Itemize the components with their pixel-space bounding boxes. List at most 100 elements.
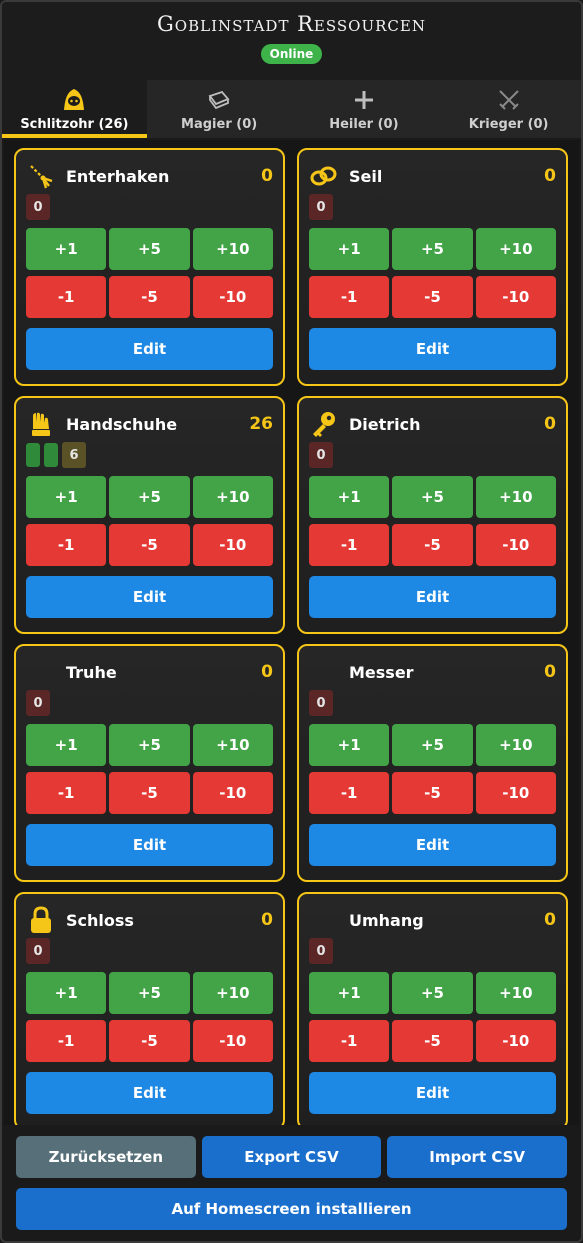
resource-name: Enterhaken — [66, 166, 170, 186]
full-segment — [44, 443, 58, 467]
minus-1-button[interactable]: -1 — [26, 772, 107, 814]
plus-10-button[interactable]: +10 — [192, 228, 273, 270]
plus-1-button[interactable]: +1 — [309, 972, 390, 1014]
minus-10-button[interactable]: -10 — [475, 524, 556, 566]
plus-1-button[interactable]: +1 — [309, 476, 390, 518]
minus-10-button[interactable]: -10 — [475, 772, 556, 814]
minus-5-button[interactable]: -5 — [109, 276, 190, 318]
plus-10-button[interactable]: +10 — [192, 972, 273, 1014]
plus-1-button[interactable]: +1 — [26, 972, 107, 1014]
spellbook-icon — [207, 87, 231, 113]
minus-5-button[interactable]: -5 — [109, 772, 190, 814]
plus-10-button[interactable]: +10 — [475, 724, 556, 766]
plus-1-button[interactable]: +1 — [26, 476, 107, 518]
remainder-badge: 0 — [309, 194, 333, 220]
plus-10-button[interactable]: +10 — [192, 476, 273, 518]
remainder-badge: 0 — [309, 442, 333, 468]
import-csv-button[interactable]: Import CSV — [387, 1136, 568, 1178]
resource-card-dietrich: Dietrich 0 0 +1 +5 +10 -1 -5 -10 Edit — [297, 396, 568, 634]
minus-1-button[interactable]: -1 — [309, 1020, 390, 1062]
tab-heiler[interactable]: Heiler (0) — [291, 80, 437, 138]
minus-5-button[interactable]: -5 — [392, 1020, 473, 1062]
plus-10-button[interactable]: +10 — [192, 724, 273, 766]
crossed-swords-icon — [498, 87, 520, 113]
minus-1-button[interactable]: -1 — [26, 524, 107, 566]
edit-button[interactable]: Edit — [309, 328, 556, 370]
plus-1-button[interactable]: +1 — [26, 724, 107, 766]
empty-icon-slot — [309, 657, 339, 687]
minus-10-button[interactable]: -10 — [192, 1020, 273, 1062]
plus-5-button[interactable]: +5 — [392, 476, 473, 518]
edit-button[interactable]: Edit — [26, 328, 273, 370]
minus-5-button[interactable]: -5 — [109, 1020, 190, 1062]
remainder-badge: 0 — [26, 938, 50, 964]
minus-5-button[interactable]: -5 — [392, 276, 473, 318]
tab-magier[interactable]: Magier (0) — [146, 80, 292, 138]
plus-5-button[interactable]: +5 — [109, 228, 190, 270]
progress-segments: 0 — [309, 938, 556, 964]
remainder-badge: 0 — [26, 194, 50, 220]
tab-label: Magier (0) — [181, 117, 258, 132]
plus-5-button[interactable]: +5 — [392, 972, 473, 1014]
resource-name: Truhe — [66, 662, 117, 682]
minus-5-button[interactable]: -5 — [392, 524, 473, 566]
resource-count: 0 — [261, 166, 273, 186]
app-header: Goblinstadt Ressourcen Online — [2, 2, 581, 80]
plus-5-button[interactable]: +5 — [109, 972, 190, 1014]
progress-segments: 0 — [26, 194, 273, 220]
online-status-badge: Online — [260, 44, 323, 64]
edit-button[interactable]: Edit — [309, 824, 556, 866]
plus-5-button[interactable]: +5 — [392, 724, 473, 766]
minus-10-button[interactable]: -10 — [192, 276, 273, 318]
resource-card-handschuhe: Handschuhe 26 6 +1 +5 +10 -1 -5 -10 Edit — [14, 396, 285, 634]
edit-button[interactable]: Edit — [26, 576, 273, 618]
key-icon — [309, 409, 339, 439]
resource-count: 0 — [544, 166, 556, 186]
progress-segments: 0 — [309, 690, 556, 716]
plus-10-button[interactable]: +10 — [475, 476, 556, 518]
class-tabs: Schlitzohr (26) Magier (0) Heiler (0) Kr… — [2, 80, 581, 138]
tab-schlitzohr[interactable]: Schlitzohr (26) — [2, 80, 147, 138]
minus-5-button[interactable]: -5 — [109, 524, 190, 566]
export-csv-button[interactable]: Export CSV — [201, 1136, 382, 1178]
plus-10-button[interactable]: +10 — [475, 972, 556, 1014]
minus-10-button[interactable]: -10 — [475, 276, 556, 318]
plus-5-button[interactable]: +5 — [392, 228, 473, 270]
reset-button[interactable]: Zurücksetzen — [16, 1136, 196, 1178]
edit-button[interactable]: Edit — [309, 1072, 556, 1114]
minus-10-button[interactable]: -10 — [475, 1020, 556, 1062]
plus-5-button[interactable]: +5 — [109, 476, 190, 518]
minus-1-button[interactable]: -1 — [309, 772, 390, 814]
minus-1-button[interactable]: -1 — [309, 276, 390, 318]
plus-1-button[interactable]: +1 — [309, 228, 390, 270]
install-homescreen-button[interactable]: Auf Homescreen installieren — [16, 1188, 567, 1230]
plus-5-button[interactable]: +5 — [109, 724, 190, 766]
minus-10-button[interactable]: -10 — [192, 524, 273, 566]
edit-button[interactable]: Edit — [26, 824, 273, 866]
minus-1-button[interactable]: -1 — [26, 1020, 107, 1062]
remainder-badge: 0 — [309, 938, 333, 964]
edit-button[interactable]: Edit — [309, 576, 556, 618]
minus-5-button[interactable]: -5 — [392, 772, 473, 814]
resource-card-truhe: Truhe 0 0 +1 +5 +10 -1 -5 -10 Edit — [14, 644, 285, 882]
minus-1-button[interactable]: -1 — [26, 276, 107, 318]
hooded-rogue-icon — [61, 87, 87, 113]
remainder-badge: 6 — [62, 442, 86, 468]
edit-button[interactable]: Edit — [26, 1072, 273, 1114]
tab-krieger[interactable]: Krieger (0) — [436, 80, 581, 138]
plus-10-button[interactable]: +10 — [475, 228, 556, 270]
remainder-badge: 0 — [26, 690, 50, 716]
resource-list[interactable]: Enterhaken 0 0 +1 +5 +10 -1 -5 -10 Edit … — [4, 140, 579, 1130]
plus-cross-icon — [354, 87, 374, 113]
plus-1-button[interactable]: +1 — [309, 724, 390, 766]
plus-1-button[interactable]: +1 — [26, 228, 107, 270]
minus-1-button[interactable]: -1 — [309, 524, 390, 566]
tab-label: Schlitzohr (26) — [20, 117, 129, 132]
progress-segments: 0 — [26, 938, 273, 964]
minus-10-button[interactable]: -10 — [192, 772, 273, 814]
app-title: Goblinstadt Ressourcen — [157, 12, 426, 36]
tab-label: Krieger (0) — [468, 117, 549, 132]
tab-label: Heiler (0) — [329, 117, 399, 132]
app-window: Goblinstadt Ressourcen Online Schlitzohr… — [0, 0, 583, 1243]
footer-actions: Zurücksetzen Export CSV Import CSV Auf H… — [4, 1125, 579, 1239]
